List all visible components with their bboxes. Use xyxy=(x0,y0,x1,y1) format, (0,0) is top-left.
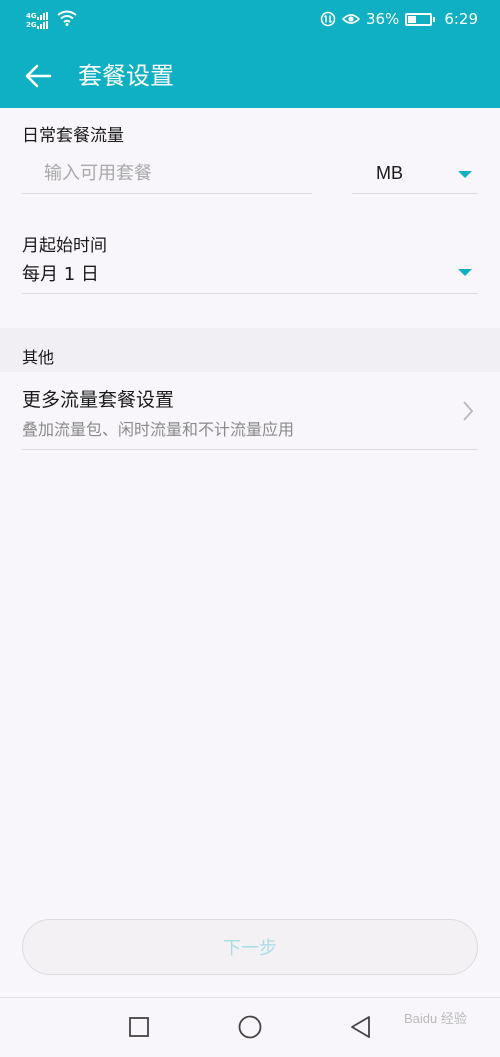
square-icon xyxy=(129,1017,149,1037)
back-arrow-icon xyxy=(25,64,52,88)
other-section-header: 其他 xyxy=(0,328,500,372)
battery-icon xyxy=(405,12,436,26)
unit-select[interactable]: MB xyxy=(352,154,478,194)
triangle-back-icon xyxy=(351,1016,370,1038)
daily-quota-input[interactable] xyxy=(22,154,312,194)
chevron-right-icon xyxy=(463,401,474,421)
network-type-b: 2G xyxy=(26,21,37,29)
month-start-label: 月起始时间 xyxy=(22,236,107,256)
dropdown-arrow-icon xyxy=(458,269,472,276)
wifi-icon xyxy=(57,10,77,26)
network-type-a: 4G xyxy=(26,12,37,20)
more-plan-settings-title: 更多流量套餐设置 xyxy=(22,389,175,411)
more-plan-settings-item[interactable]: 更多流量套餐设置 叠加流量包、闲时流量和不计流量应用 xyxy=(22,372,478,450)
status-time: 6:29 xyxy=(444,10,478,28)
battery-percent: 36% xyxy=(365,10,400,28)
app-bar: 套餐设置 xyxy=(0,44,500,108)
dropdown-arrow-icon xyxy=(458,171,472,178)
recents-button[interactable] xyxy=(124,1012,154,1042)
more-plan-settings-subtitle: 叠加流量包、闲时流量和不计流量应用 xyxy=(22,420,295,439)
unit-value: MB xyxy=(376,163,403,183)
signal-icon: 4G 2G xyxy=(26,11,56,31)
watermark-text: Baidu 经验 xyxy=(404,1011,467,1026)
daily-quota-label: 日常套餐流量 xyxy=(22,126,124,146)
month-start-value: 每月 1 日 xyxy=(22,264,99,285)
status-bar: 4G 2G 36% 6:29 xyxy=(0,0,500,44)
back-nav-button[interactable] xyxy=(346,1012,376,1042)
eye-comfort-icon xyxy=(341,14,360,24)
month-start-select[interactable]: 每月 1 日 xyxy=(22,254,478,294)
back-button[interactable] xyxy=(18,58,58,94)
other-header-label: 其他 xyxy=(22,348,55,367)
next-step-button[interactable]: 下一步 xyxy=(22,919,478,975)
status-right: 36% 6:29 xyxy=(320,10,478,28)
home-button[interactable] xyxy=(235,1012,265,1042)
navigation-bar xyxy=(0,997,500,1057)
circle-icon xyxy=(238,1015,262,1039)
page-title: 套餐设置 xyxy=(78,62,174,90)
data-saver-icon xyxy=(320,11,336,27)
